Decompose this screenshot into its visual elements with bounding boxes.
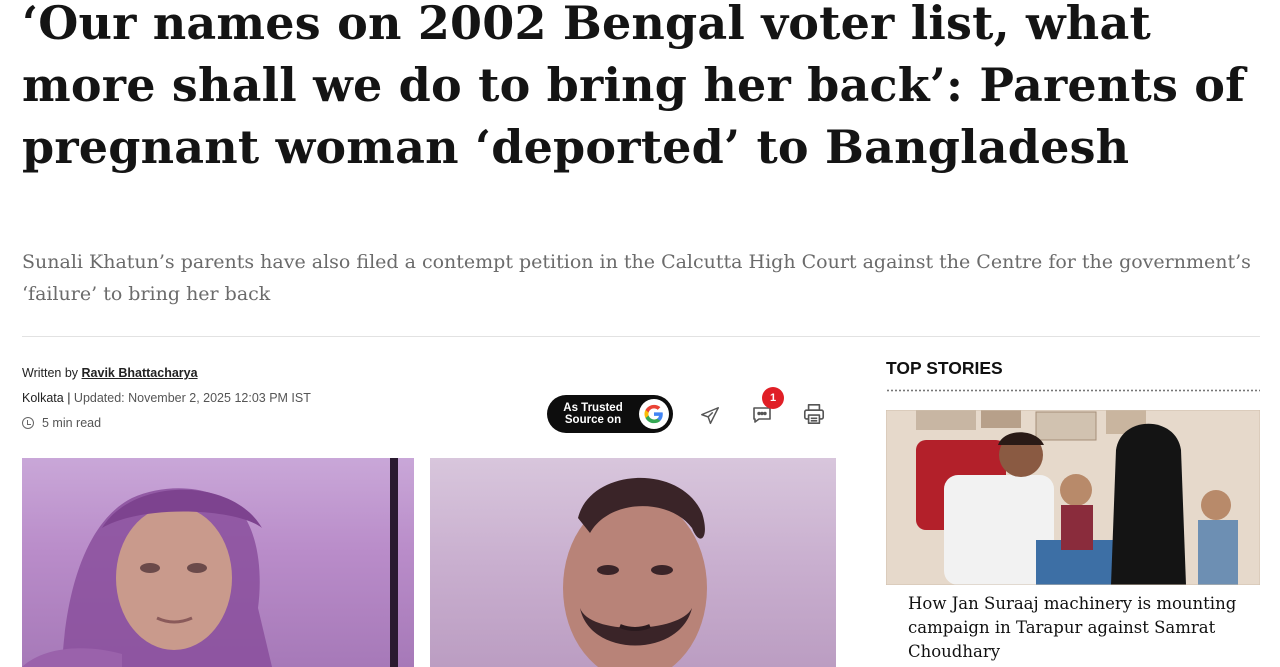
dateline-location: Kolkata [22,391,64,405]
article-photo-father [430,458,836,667]
article-photo-mother [22,458,414,667]
article-subheadline: Sunali Khatun’s parents have also filed … [22,251,1251,305]
top-stories-heading: TOP STORIES [886,358,1003,378]
top-story-caption[interactable]: How Jan Suraaj machinery is mounting cam… [900,588,1246,667]
updated-timestamp: Updated: November 2, 2025 12:03 PM IST [73,391,311,405]
top-stories-divider [886,389,1260,392]
google-g-icon [639,399,669,429]
dateline-separator: | [67,391,71,405]
trusted-source-label: As Trusted Source on [563,402,623,426]
read-time: 5 min read [42,416,102,430]
clock-icon [22,417,34,429]
article-headline: ‘Our names on 2002 Bengal voter list, wh… [22,0,1246,174]
top-story-image [886,410,1260,586]
divider [22,336,1260,337]
print-icon[interactable] [800,400,828,428]
comment-count-badge: 1 [762,387,784,409]
byline: Written by Ravik Bhattacharya Kolkata | … [22,364,542,439]
send-icon[interactable] [696,402,724,430]
top-story-card[interactable]: How Jan Suraaj machinery is mounting cam… [886,410,1260,667]
author-link[interactable]: Ravik Bhattacharya [82,366,198,380]
written-by-label: Written by [22,366,79,380]
trusted-source-button[interactable]: As Trusted Source on [547,395,673,433]
